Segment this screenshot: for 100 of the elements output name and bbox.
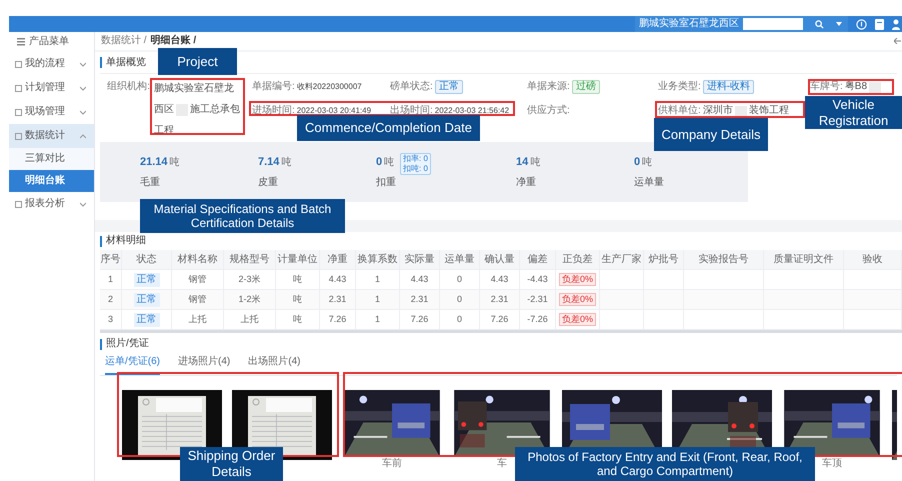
field-label: 供料单位: (658, 106, 701, 116)
table-cell: 1 (374, 295, 380, 304)
square-icon (15, 60, 22, 68)
table-cell: 3 (108, 315, 113, 324)
column-header: 运单量 (444, 254, 474, 264)
column-header: 实际量 (404, 254, 434, 264)
field-value: 鹏城实验室石壁龙 (154, 84, 234, 94)
table-cell: 7.26 (410, 315, 428, 324)
column-header: 确认量 (484, 254, 514, 264)
stat-label: 扣重 (376, 178, 396, 188)
tab[interactable]: 出场照片(4) (248, 357, 300, 375)
table-cell: 钢管 (188, 295, 206, 304)
column-header: 规格型号 (230, 254, 270, 264)
field-value: 2022-03-03 20:41:49 (296, 107, 372, 115)
sidebar-item[interactable]: 数据统计 (9, 124, 94, 148)
stat-label: 净重 (516, 178, 537, 188)
table-cell: 7.26 (328, 315, 346, 324)
square-icon (15, 108, 22, 116)
redaction-mask (869, 82, 882, 92)
field-label: 组织机构: (106, 80, 150, 94)
section-title: 材料明细 (106, 236, 146, 246)
column-header: 偏差 (528, 254, 548, 264)
field-value: 装饰工程 (748, 106, 789, 116)
deviation-tag: 负差0% (558, 273, 596, 286)
column-header: 实验报告号 (698, 254, 748, 264)
callout-label: Photos of Factory Entry and Exit (Front, Rear, Roof, and Cargo Compartment) (515, 447, 815, 481)
table-cell: 4.43 (490, 275, 508, 284)
back-arrow-icon[interactable] (894, 38, 901, 44)
document-icon[interactable] (875, 18, 884, 30)
tab[interactable]: 运单/凭证(6) (105, 357, 160, 375)
field-value: 2022-03-03 21:56:42 (434, 107, 510, 115)
caret-down-icon[interactable] (836, 22, 842, 26)
status-tag: 过磅 (572, 80, 600, 94)
column-header: 换算系数 (358, 254, 398, 264)
menu-icon[interactable] (17, 38, 25, 46)
breadcrumb-current: 明细台账 / (150, 36, 196, 46)
table-cell: 2.31 (328, 295, 346, 304)
photo-caption: 车前 (382, 459, 402, 469)
column-header: 生产厂家 (602, 254, 642, 264)
deviation-tag: 负差0% (558, 293, 596, 306)
user-icon[interactable] (892, 18, 900, 30)
menu-title: 产品菜单 (29, 37, 69, 47)
sidebar-subitem[interactable]: 明细台账 (9, 170, 94, 192)
table-cell: 上托 (188, 315, 206, 324)
search-icon[interactable] (815, 20, 824, 28)
status-tag: 正常 (134, 272, 160, 286)
table-cell: 1 (374, 315, 380, 324)
status-tag: 正常 (134, 312, 160, 326)
field-label: 业务类型: (658, 82, 701, 92)
table-cell: 2.31 (410, 295, 428, 304)
table-cell: 1 (374, 275, 380, 284)
table-cell: 4.43 (328, 275, 346, 284)
column-header: 材料名称 (178, 254, 218, 264)
field-label: 单据编号: (252, 82, 295, 92)
table-cell: 2-3米 (238, 275, 260, 284)
table-cell: 2.31 (490, 295, 508, 304)
field-value: 西区 (154, 104, 174, 114)
info-icon[interactable] (856, 18, 867, 30)
callout-label: Company Details (654, 118, 768, 151)
chevron-up-icon (80, 134, 86, 138)
stat-unit: 吨 (281, 158, 292, 168)
column-header: 验收 (862, 254, 882, 264)
stat-label: 运单量 (634, 178, 664, 188)
table-cell: 吨 (293, 295, 302, 304)
stat-label: 毛重 (140, 178, 161, 188)
stat-value: 0 (376, 156, 382, 168)
stat-unit: 吨 (642, 158, 652, 168)
stat-label: 皮重 (258, 178, 279, 188)
column-header: 净重 (328, 254, 348, 264)
status-tag: 正常 (434, 80, 463, 94)
sidebar-subitem[interactable]: 三算对比 (9, 148, 94, 170)
table-cell: 0 (456, 275, 462, 284)
chevron-down-icon (80, 202, 86, 206)
table-cell: 0 (456, 315, 462, 324)
table-cell: 2 (108, 295, 113, 304)
field-label: 出场时间: (390, 106, 433, 116)
table-cell: 钢管 (188, 275, 206, 284)
redaction-mask (734, 106, 747, 116)
section-title: 单据概览 (106, 58, 146, 68)
field-label: 单据来源: (527, 82, 570, 92)
tab[interactable]: 进场照片(4) (178, 357, 230, 375)
field-label: 车牌号: (810, 82, 843, 92)
column-header: 质量证明文件 (774, 254, 834, 264)
table-cell: -7.26 (527, 315, 548, 324)
stat-value: 14 (516, 156, 528, 168)
search-field[interactable] (743, 18, 803, 30)
stat-unit: 吨 (384, 158, 394, 168)
photo-caption: 车顶 (822, 459, 842, 469)
chevron-down-icon (80, 62, 86, 66)
chevron-down-icon (80, 86, 86, 90)
stat-unit: 吨 (530, 158, 540, 168)
breadcrumb-link[interactable]: 数据统计 / (101, 36, 147, 46)
field-value: 粤B8 (844, 82, 868, 92)
stat-value: 0 (634, 156, 640, 168)
table-cell: 吨 (293, 275, 302, 284)
table-cell: 上托 (240, 315, 258, 324)
square-icon (15, 84, 22, 92)
stat-value: 21.14 (140, 156, 168, 168)
table-cell: 4.43 (410, 275, 428, 284)
table-cell: -4.43 (527, 275, 548, 284)
